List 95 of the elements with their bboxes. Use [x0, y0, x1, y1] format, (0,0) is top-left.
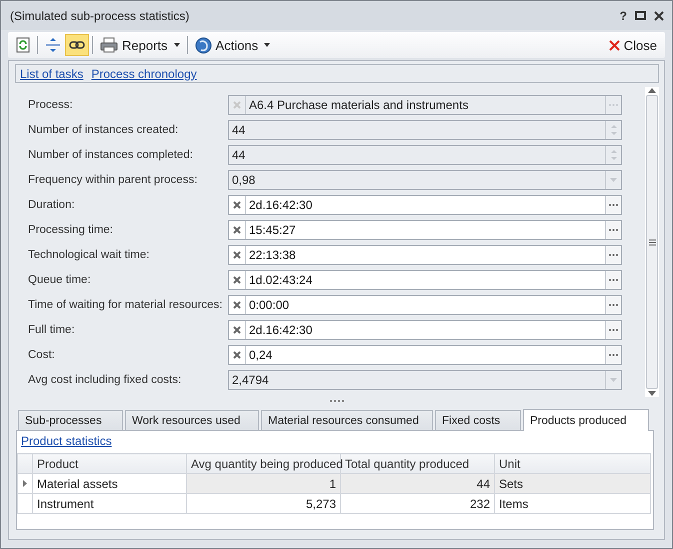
menu-button[interactable]: Actions	[190, 34, 274, 56]
tab[interactable]: Fixed costs	[435, 410, 521, 430]
table-cell: Sets	[494, 474, 650, 494]
field-value: 15:45:27	[248, 222, 297, 239]
field-value: 0,98	[231, 172, 256, 189]
clear-icon[interactable]	[233, 351, 241, 359]
link[interactable]: List of tasks	[20, 66, 84, 80]
toolbar-button[interactable]	[65, 34, 89, 56]
spin-icon	[610, 123, 618, 137]
ellipsis-icon	[608, 351, 619, 359]
table-cell: 5,273	[186, 494, 340, 514]
field-label: Processing time:	[28, 224, 114, 236]
table-cell: 1	[186, 474, 340, 494]
input-field[interactable]: 0,24	[228, 345, 622, 365]
menu-button[interactable]: Reports	[96, 34, 184, 56]
table-cell: Material assets	[32, 474, 186, 494]
ellipsis-button[interactable]	[605, 321, 621, 339]
table-cell: 44	[340, 474, 494, 494]
clear-icon[interactable]	[233, 226, 241, 234]
input-field[interactable]: 0:00:00	[228, 295, 622, 315]
field-value: 44	[231, 122, 246, 139]
splitter-grip-icon	[330, 399, 344, 402]
field-label: Cost:	[28, 349, 56, 361]
grip-icon	[648, 238, 656, 246]
clear-icon[interactable]	[233, 201, 241, 209]
input-field[interactable]: 1d.02:43:24	[228, 270, 622, 290]
ellipsis-icon	[608, 251, 619, 259]
spin-icon	[610, 148, 618, 162]
field-label: Time of waiting for material resources:	[28, 299, 224, 311]
field-value: 2,4794	[231, 372, 270, 389]
link[interactable]: Product statistics	[21, 434, 112, 448]
scroll-down-icon	[648, 391, 656, 397]
scrollbar[interactable]	[645, 87, 659, 397]
column-header[interactable]: Avg quantity being produced	[186, 454, 340, 474]
input-field[interactable]: 2d.16:42:30	[228, 320, 622, 340]
table-cell: Instrument	[32, 494, 186, 514]
window-title: (Simulated sub-process statistics)	[10, 8, 190, 22]
ellipsis-button[interactable]	[605, 221, 621, 239]
clear-icon[interactable]	[233, 326, 241, 334]
field-value: 2d.16:42:30	[248, 197, 314, 214]
printer-icon	[100, 37, 118, 53]
field-value: 0:00:00	[248, 297, 290, 314]
clear-icon[interactable]	[233, 301, 241, 309]
close-button[interactable]: Close	[604, 34, 661, 56]
field-label: Avg cost including fixed costs:	[28, 374, 182, 386]
ellipsis-icon	[608, 201, 619, 209]
ellipsis-icon	[608, 301, 619, 309]
ellipsis-button[interactable]	[605, 296, 621, 314]
field-label: Full time:	[28, 324, 76, 336]
close-icon[interactable]	[654, 10, 664, 20]
input-field[interactable]: 2d.16:42:30	[228, 195, 622, 215]
help-button[interactable]: ?	[620, 8, 627, 22]
field-label: Queue time:	[28, 274, 92, 286]
maximize-icon[interactable]	[635, 11, 646, 20]
field-value: 2d.16:42:30	[248, 322, 314, 339]
column-header[interactable]: Unit	[494, 454, 650, 474]
tab[interactable]: Products produced	[523, 409, 649, 431]
link[interactable]: Process chronology	[91, 66, 197, 80]
table-cell: Items	[494, 494, 650, 514]
input-field[interactable]: 15:45:27	[228, 220, 622, 240]
field-label: Number of instances completed:	[28, 149, 194, 161]
ellipsis-icon	[608, 226, 619, 234]
ellipsis-button[interactable]	[605, 346, 621, 364]
ellipsis-icon	[608, 101, 619, 109]
expand-icon[interactable]	[45, 37, 61, 53]
column-header[interactable]: Product	[32, 454, 186, 474]
globe-icon	[194, 36, 212, 54]
ellipsis-button[interactable]	[605, 271, 621, 289]
scroll-up-icon	[648, 87, 656, 93]
close-icon	[608, 40, 620, 50]
tab[interactable]: Sub-processes	[18, 410, 123, 430]
input-field[interactable]: 22:13:38	[228, 245, 622, 265]
ellipsis-button[interactable]	[605, 246, 621, 264]
tab[interactable]: Work resources used	[125, 410, 259, 430]
dropdown-icon	[609, 376, 618, 384]
row-indicator-icon	[23, 480, 27, 487]
field-label: Frequency within parent process:	[28, 174, 198, 186]
field-value: 0,24	[248, 347, 274, 364]
ellipsis-button[interactable]	[605, 196, 621, 214]
field-value: 22:13:38	[248, 247, 297, 264]
tab[interactable]: Material resources consumed	[261, 410, 433, 430]
field-label: Technological wait time:	[28, 249, 150, 261]
field-value: 1d.02:43:24	[248, 272, 314, 289]
field-label: Number of instances created:	[28, 124, 180, 136]
clear-icon[interactable]	[233, 276, 241, 284]
ellipsis-icon	[608, 276, 619, 284]
clear-icon[interactable]	[233, 251, 241, 259]
field-value: 44	[231, 147, 246, 164]
field-label: Process:	[28, 99, 74, 111]
field-value: A6.4 Purchase materials and instruments	[248, 97, 470, 114]
ellipsis-icon	[608, 326, 619, 334]
field-label: Duration:	[28, 199, 76, 211]
dropdown-icon	[609, 176, 618, 184]
table-cell: 232	[340, 494, 494, 514]
refresh-icon[interactable]	[16, 37, 30, 53]
